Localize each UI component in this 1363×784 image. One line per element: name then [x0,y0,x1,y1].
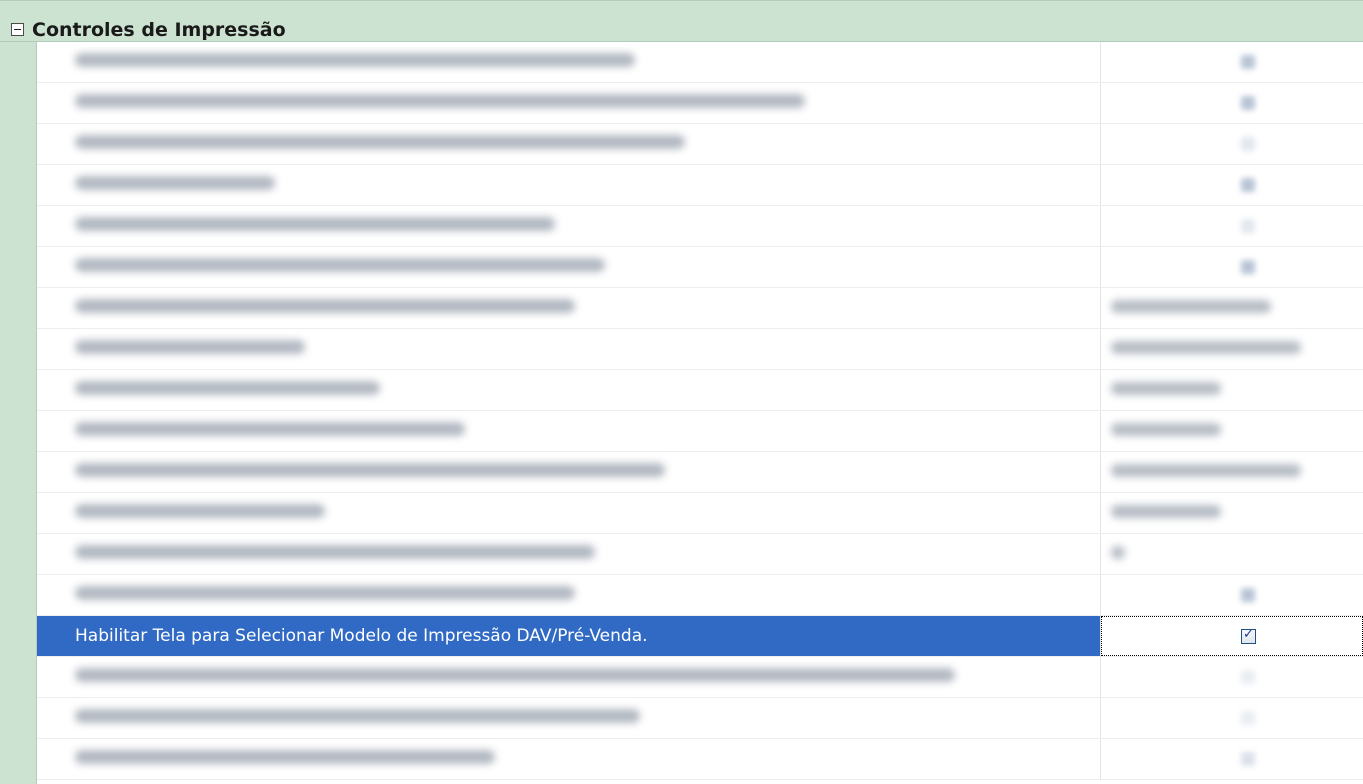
blurred-label [75,463,665,477]
blurred-label [75,176,275,190]
property-name-cell[interactable] [37,42,1101,82]
property-value-cell[interactable] [1101,575,1363,615]
property-value-cell[interactable] [1101,698,1363,738]
checkbox-icon[interactable] [1241,670,1255,684]
property-name-cell[interactable] [37,534,1101,574]
blurred-value [1111,382,1221,395]
property-value-cell[interactable] [1101,534,1363,574]
left-gutter [0,42,37,784]
property-row[interactable] [37,493,1363,534]
property-row[interactable] [37,575,1363,616]
property-row[interactable] [37,534,1363,575]
blurred-label [75,94,805,108]
property-row[interactable] [37,411,1363,452]
property-row[interactable] [37,452,1363,493]
checkbox-icon[interactable] [1241,711,1255,725]
blurred-label [75,381,380,395]
blurred-label [75,586,575,600]
checkbox-icon[interactable] [1241,96,1255,110]
property-name-cell[interactable]: Habilitar Tela para Selecionar Modelo de… [37,616,1101,656]
property-value-cell[interactable] [1101,42,1363,82]
property-row[interactable] [37,124,1363,165]
checkbox-icon[interactable] [1241,137,1255,151]
property-value-cell[interactable] [1101,83,1363,123]
checkbox-icon[interactable] [1241,588,1255,602]
property-name-cell[interactable] [37,493,1101,533]
property-value-cell[interactable] [1101,493,1363,533]
property-value-cell[interactable] [1101,370,1363,410]
property-row[interactable] [37,370,1363,411]
property-value-cell[interactable] [1101,124,1363,164]
blurred-value [1111,464,1301,477]
blurred-value [1111,505,1221,518]
blurred-value [1111,546,1125,559]
blurred-label [75,750,495,764]
property-row[interactable] [37,329,1363,370]
blurred-label [75,709,640,723]
property-name-cell[interactable] [37,452,1101,492]
property-name-cell[interactable] [37,370,1101,410]
blurred-label [75,135,685,149]
blurred-label [75,340,305,354]
checkmark-icon: ✓ [1243,627,1254,642]
blurred-label [75,422,465,436]
blurred-label [75,217,555,231]
property-row[interactable] [37,42,1363,83]
checkbox-icon[interactable] [1241,178,1255,192]
property-rows: Habilitar Tela para Selecionar Modelo de… [37,42,1363,780]
property-name-cell[interactable] [37,288,1101,328]
blurred-label [75,258,605,272]
property-label: Habilitar Tela para Selecionar Modelo de… [75,626,648,646]
category-row[interactable]: Controles de Impressão [0,0,1363,42]
property-value-cell[interactable] [1101,288,1363,328]
property-row[interactable] [37,83,1363,124]
property-row[interactable] [37,165,1363,206]
property-name-cell[interactable] [37,247,1101,287]
blurred-value [1111,423,1221,436]
checkbox-checked-icon[interactable]: ✓ [1241,627,1256,644]
blurred-label [75,299,575,313]
blurred-value [1111,300,1271,313]
checkbox-icon[interactable] [1241,55,1255,69]
property-grid: Controles de Impressão Habilitar Tela pa… [0,0,1363,784]
property-value-cell[interactable] [1101,452,1363,492]
property-name-cell[interactable] [37,206,1101,246]
blurred-label [75,53,635,67]
property-name-cell[interactable] [37,165,1101,205]
property-name-cell[interactable] [37,124,1101,164]
checkbox-icon[interactable] [1241,260,1255,274]
blurred-label [75,668,955,682]
checkbox-icon[interactable] [1241,219,1255,233]
collapse-minus-icon[interactable] [11,23,24,36]
property-value-cell[interactable]: ✓ [1101,616,1363,656]
property-name-cell[interactable] [37,575,1101,615]
property-row[interactable] [37,739,1363,780]
category-title: Controles de Impressão [32,19,286,41]
checkbox-icon[interactable] [1241,752,1255,766]
property-value-cell[interactable] [1101,247,1363,287]
property-name-cell[interactable] [37,739,1101,779]
property-value-cell[interactable] [1101,165,1363,205]
property-row-selected[interactable]: Habilitar Tela para Selecionar Modelo de… [37,616,1363,657]
blurred-label [75,504,325,518]
property-row[interactable] [37,247,1363,288]
property-value-cell[interactable] [1101,657,1363,697]
property-row[interactable] [37,288,1363,329]
property-row[interactable] [37,657,1363,698]
blurred-label [75,545,595,559]
property-value-cell[interactable] [1101,329,1363,369]
blurred-value [1111,341,1301,354]
property-row[interactable] [37,206,1363,247]
property-name-cell[interactable] [37,83,1101,123]
property-value-cell[interactable] [1101,206,1363,246]
property-name-cell[interactable] [37,698,1101,738]
property-name-cell[interactable] [37,329,1101,369]
property-name-cell[interactable] [37,657,1101,697]
property-row[interactable] [37,698,1363,739]
property-value-cell[interactable] [1101,739,1363,779]
property-value-cell[interactable] [1101,411,1363,451]
property-name-cell[interactable] [37,411,1101,451]
